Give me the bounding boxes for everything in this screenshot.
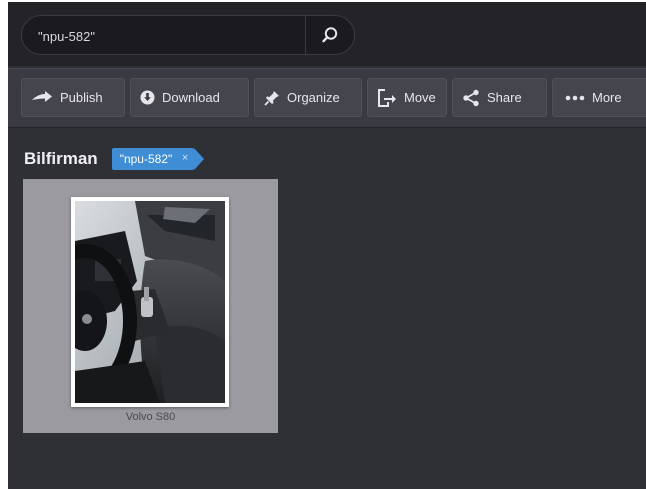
- move-icon: [378, 88, 396, 107]
- dots-icon: [565, 95, 585, 100]
- content-header: Bilfirman "npu-582" ×: [24, 146, 204, 172]
- page-title: Bilfirman: [24, 149, 98, 168]
- organize-label: Organize: [287, 90, 340, 105]
- asset-caption: Volvo S80: [125, 411, 176, 423]
- toolbar: Publish Download Organize Move Share Mor…: [8, 68, 646, 128]
- filter-tag-label: "npu-582": [119, 152, 173, 166]
- download-icon: [140, 90, 155, 105]
- asset-tile[interactable]: Volvo S80: [23, 179, 278, 433]
- app-window: Publish Download Organize Move: [8, 2, 646, 489]
- search-icon: [322, 27, 338, 43]
- organize-button[interactable]: Organize: [254, 78, 362, 117]
- share-icon: [463, 89, 479, 106]
- filter-tag-remove-button[interactable]: ×: [182, 152, 188, 164]
- more-button[interactable]: More: [552, 78, 646, 117]
- share-label: Share: [487, 90, 522, 105]
- download-button[interactable]: Download: [130, 78, 249, 117]
- download-label: Download: [162, 90, 220, 105]
- asset-thumbnail[interactable]: [71, 197, 229, 407]
- filter-tag[interactable]: "npu-582" ×: [111, 148, 204, 170]
- search-box: [21, 15, 355, 55]
- move-label: Move: [404, 90, 436, 105]
- pin-icon: [264, 90, 279, 106]
- arrow-right-icon: [32, 90, 52, 102]
- top-bar: [8, 2, 646, 66]
- move-button[interactable]: Move: [367, 78, 447, 117]
- publish-label: Publish: [60, 90, 103, 105]
- publish-button[interactable]: Publish: [21, 78, 125, 117]
- search-input[interactable]: [36, 25, 310, 47]
- car-interior-photo: [75, 201, 225, 403]
- share-button[interactable]: Share: [452, 78, 547, 117]
- search-button[interactable]: [305, 16, 354, 54]
- more-label: More: [592, 90, 622, 105]
